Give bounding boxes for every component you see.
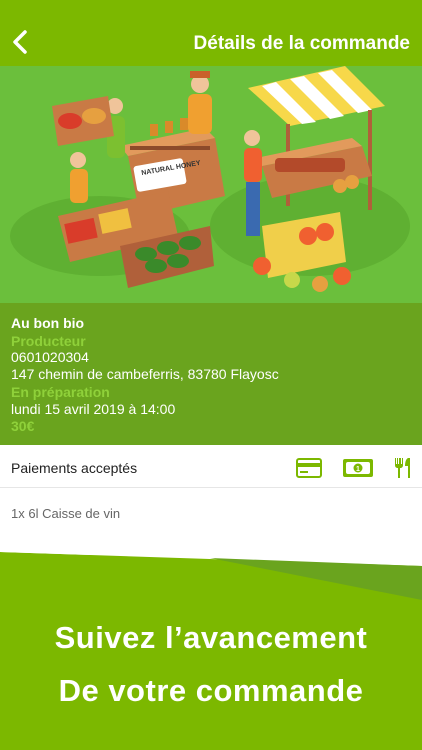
- divider: [0, 487, 422, 488]
- shop-name: Au bon bio: [11, 315, 85, 331]
- market-illustration: NATURAL HONEY: [0, 66, 422, 303]
- svg-text:1: 1: [356, 466, 360, 473]
- order-info: Au bon bio Producteur 0601020304 147 che…: [0, 303, 422, 445]
- back-chevron-icon[interactable]: [8, 26, 32, 58]
- app-header: Détails de la commande: [0, 0, 422, 66]
- cash-icon: 1: [343, 459, 373, 477]
- restaurant-voucher-icon: [395, 458, 410, 478]
- payments-label: Paiements acceptés: [11, 460, 138, 476]
- credit-card-icon: [296, 458, 322, 478]
- promo-line-1: Suivez l’avancement: [54, 620, 368, 655]
- producer-label: Producteur: [11, 333, 86, 349]
- phone-number[interactable]: 0601020304: [11, 349, 89, 365]
- promo-line-2: De votre commande: [58, 673, 364, 708]
- order-price: 30€: [11, 418, 35, 434]
- page-title: Détails de la commande: [193, 33, 410, 54]
- address[interactable]: 147 chemin de cambeferris, 83780 Flayosc: [11, 366, 279, 382]
- order-item: 1x 6l Caisse de vin: [11, 506, 121, 521]
- order-date: lundi 15 avril 2019 à 14:00: [11, 401, 176, 417]
- status-label: En préparation: [11, 384, 110, 400]
